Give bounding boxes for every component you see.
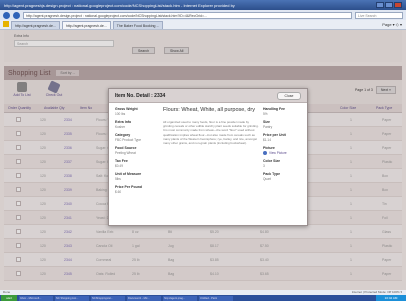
detail-field: Extra Info Kosher [115,120,159,129]
detail-field: Tax Fee $0.49 [115,159,159,168]
field-key: Gross Weight [115,107,138,111]
page-tools-menu[interactable]: Page ▾ ◇ ▾ [382,22,406,27]
field-key: Food Source [115,146,137,150]
field-key: Size [263,120,271,124]
window-title-bar: http://agent.pragneshjs.design.project :… [0,0,406,10]
item-heading: Flours: Wheat, White, all purpose, dry [163,107,256,113]
field-value: $1.14 [263,138,271,142]
maximize-button[interactable] [385,2,393,8]
detail-field: Price per Unit $1.14 [263,133,305,142]
detail-field: Category FBC Product Type [115,133,159,142]
taskbar-button[interactable]: NC Shopping List... [55,295,89,301]
field-value: 100 lbs [115,112,126,116]
field-value: Kosher [115,125,126,129]
field-value: 3 [263,164,265,168]
view-picture-link[interactable]: View Picture [263,151,305,155]
close-window-button[interactable] [394,2,402,8]
field-key: Tax Fee [115,159,128,163]
detail-description: Flours: Wheat, White, all purpose, dry A… [163,107,259,145]
taskbar-button[interactable]: Inbox - Microsoft... [19,295,53,301]
detail-field: Price Per Pound $.60 [115,185,159,194]
browser-tab[interactable]: http://agent.pragnesh.de... [11,21,60,29]
detail-field: Pack Type Quart [263,172,305,181]
system-clock: 10:42 AM [376,295,406,301]
close-button[interactable]: Close [277,91,301,100]
field-key: Color Size [263,159,281,163]
field-value: Pantry [263,125,273,129]
view-picture-label: View Picture [269,151,287,155]
window-title: http://agent.pragneshjs.design.project :… [4,2,235,8]
field-key: Price Per Pound [115,185,143,189]
field-value: Quart [263,177,271,181]
taskbar-button[interactable]: Document1 - Mic... [127,295,161,301]
taskbar-button[interactable]: http://agent.prag... [163,295,197,301]
detail-field: Size Pantry [263,120,305,129]
minimize-button[interactable] [376,2,384,8]
detail-field: Food Source Peeling Wheat [115,146,159,155]
picture-icon [263,151,267,155]
field-value: $0.49 [115,164,123,168]
detail-field: Color Size 3 [263,159,305,168]
detail-field: Gross Weight 100 lbs [115,107,159,116]
field-key: Pack Type [263,172,281,176]
detail-field: Handling Fee 5% [263,107,305,116]
tab-bar: http://agent.pragnesh.de... http://agent… [0,20,406,30]
modal-header: Item No. Detail : 2334 Close [109,89,307,103]
field-key: Picture [263,146,275,150]
detail-right-column: Handling Fee 5% Size Pantry Price per Unit… [263,107,305,185]
start-button[interactable]: start [1,295,17,301]
field-key: Unit of Measure [115,172,142,176]
field-value: Peeling Wheat [115,151,136,155]
taskbar-button[interactable]: NCShoppingList... [91,295,125,301]
window-controls [376,2,402,8]
field-value: 5% [263,112,268,116]
item-description: All organized used to many foods, flour … [163,120,259,146]
field-value: FBC Product Type [115,138,141,142]
modal-title: Item No. Detail : 2334 [115,92,166,99]
field-value: 5lbs [115,177,121,181]
field-key: Extra Info [115,120,132,124]
browser-tab[interactable]: The Baker Food Booking ... [112,21,164,29]
browser-tab-active[interactable]: http://agent.pragnesh.de... [61,21,111,29]
detail-left-column: Gross Weight 100 lbs Extra Info Kosher Cat… [115,107,159,198]
search-input[interactable]: Live Search [355,11,403,19]
taskbar-button[interactable]: Untitled - Paint [199,295,233,301]
address-bar: http://agent.pragnesh.design.project : n… [0,10,406,20]
field-key: Category [115,133,131,137]
detail-field: Unit of Measure 5lbs [115,172,159,181]
taskbar: start Inbox - Microsoft... NC Shopping L… [0,295,406,301]
favorites-star-icon[interactable] [3,21,9,27]
back-icon[interactable] [3,11,10,19]
field-key: Price per Unit [263,133,286,137]
forward-icon[interactable] [13,11,20,19]
item-detail-modal: Item No. Detail : 2334 Close Gross Weigh… [108,88,308,226]
field-value: $.60 [115,190,122,194]
url-input[interactable]: http://agent.pragnesh.design.project : n… [23,11,352,19]
detail-field: Picture View Picture [263,146,305,155]
field-key: Handling Fee [263,107,285,111]
